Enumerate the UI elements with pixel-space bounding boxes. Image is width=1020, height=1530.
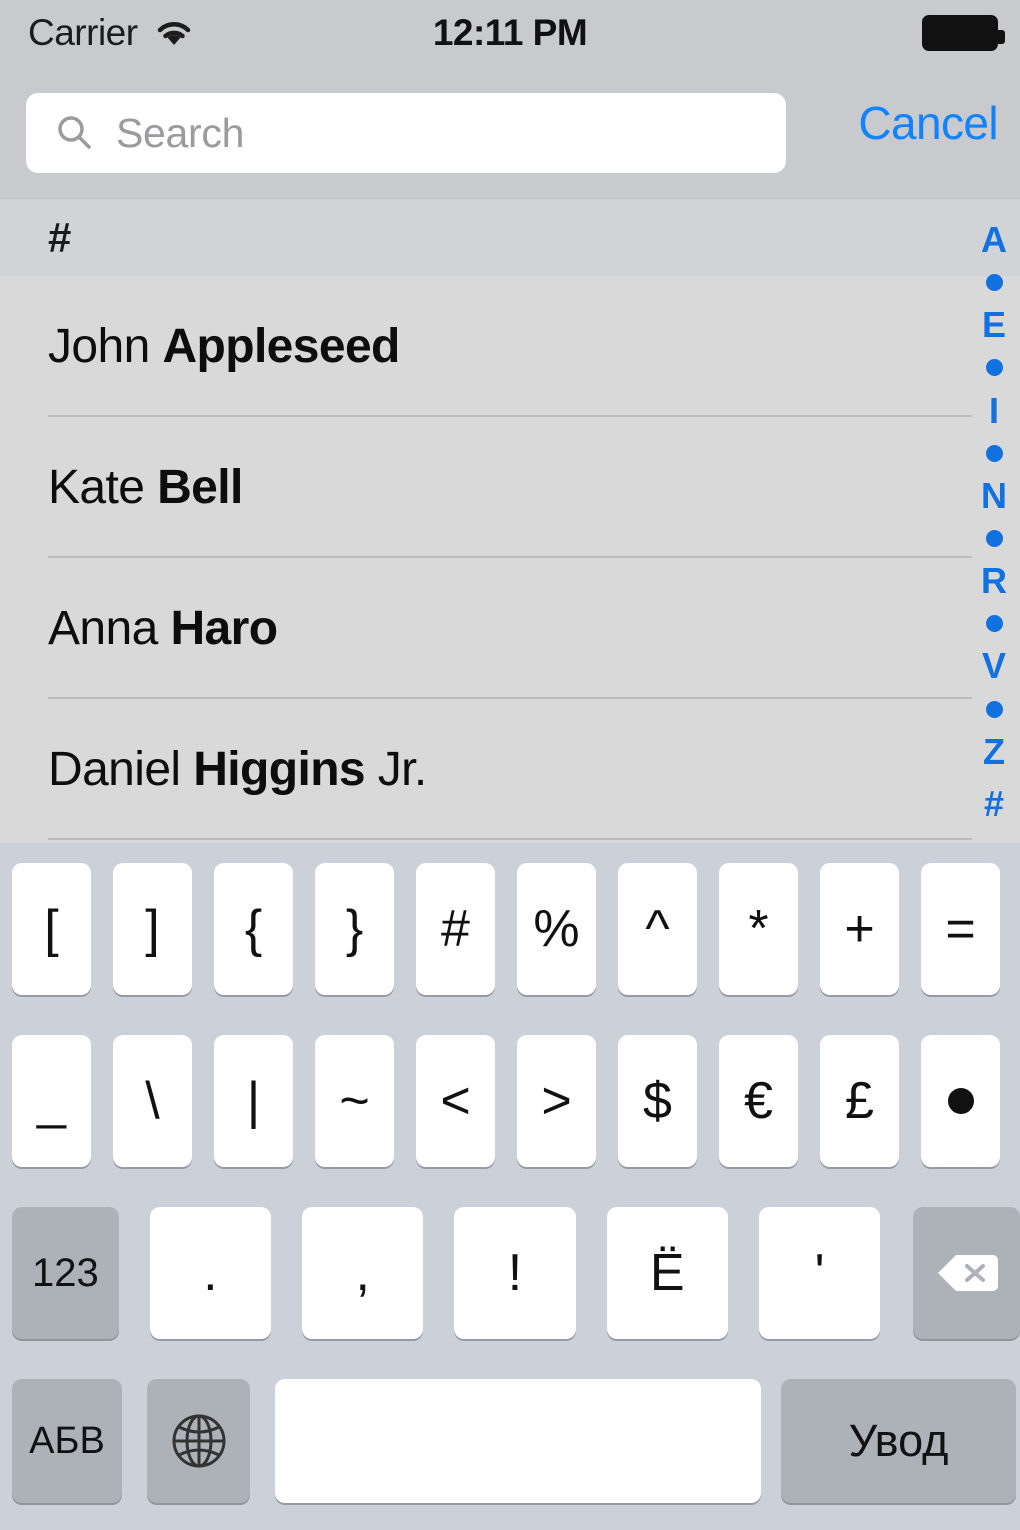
key-caret[interactable]: ^ [618, 863, 697, 995]
bullet-icon [947, 1088, 974, 1114]
contact-name: John Appleseed [48, 319, 400, 374]
backspace-icon [936, 1251, 998, 1295]
contacts-list[interactable]: # John Appleseed Kate Bell Anna Haro Dan… [0, 198, 1020, 843]
section-index-bar[interactable]: A E I N R V Z # [968, 222, 1020, 822]
search-placeholder: Search [116, 109, 245, 156]
key-exclamation[interactable]: ! [454, 1207, 576, 1339]
iphone-screen: Carrier 12:11 PM Search Cancel # John Ap… [0, 0, 1020, 1530]
key-brace-left[interactable]: { [214, 863, 293, 995]
key-bullet[interactable] [921, 1035, 1000, 1167]
key-hash[interactable]: # [416, 863, 495, 995]
key-percent[interactable]: % [517, 863, 596, 995]
key-dollar[interactable]: $ [618, 1035, 697, 1167]
onscreen-keyboard: [ ] { } # % ^ * + = _ \ | ~ < > $ € £ 12… [0, 843, 1020, 1530]
cancel-button[interactable]: Cancel [858, 96, 998, 150]
key-pound[interactable]: £ [820, 1035, 899, 1167]
search-input[interactable]: Search [26, 93, 786, 173]
key-letters-abv[interactable]: АБВ [12, 1379, 122, 1503]
key-comma[interactable]: , [302, 1207, 424, 1339]
key-bracket-left[interactable]: [ [12, 863, 91, 995]
index-entry-e[interactable]: E [982, 307, 1006, 343]
key-space[interactable] [275, 1379, 761, 1503]
key-period[interactable]: . [149, 1207, 272, 1339]
key-greater-than[interactable]: > [517, 1035, 596, 1167]
key-cyrillic-yo[interactable]: Ё [606, 1207, 728, 1339]
key-less-than[interactable]: < [416, 1035, 495, 1167]
index-dot-icon[interactable] [985, 615, 1003, 633]
key-apostrophe[interactable]: ' [758, 1207, 881, 1339]
status-bar: Carrier 12:11 PM [0, 0, 1020, 66]
key-plus[interactable]: + [820, 863, 899, 995]
key-enter-uvod[interactable]: Увод [781, 1379, 1016, 1503]
table-row[interactable]: Daniel Higgins Jr. [0, 699, 1020, 840]
key-numbers-123[interactable]: 123 [12, 1207, 119, 1339]
key-brace-right[interactable]: } [315, 863, 394, 995]
index-dot-icon[interactable] [985, 529, 1003, 547]
clock-label: 12:11 PM [432, 12, 588, 53]
status-bar-right [922, 15, 1005, 51]
table-row[interactable]: Anna Haro [0, 558, 1020, 699]
index-entry-a[interactable]: A [981, 222, 1007, 258]
index-dot-icon[interactable] [985, 700, 1003, 718]
contact-first-name: John [48, 320, 163, 373]
keyboard-row-2: _ \ | ~ < > $ € £ [0, 1035, 1020, 1167]
globe-icon [169, 1411, 229, 1471]
index-entry-n[interactable]: N [981, 477, 1007, 514]
index-entry-i[interactable]: I [989, 392, 999, 429]
key-bracket-right[interactable]: ] [113, 863, 192, 995]
contact-first-name: Daniel [48, 743, 194, 796]
search-icon [54, 113, 94, 153]
index-entry-v[interactable]: V [982, 648, 1006, 684]
contact-name: Anna Haro [48, 601, 278, 656]
contact-first-name: Anna [48, 602, 171, 655]
key-equals[interactable]: = [921, 863, 1000, 995]
contact-name: Kate Bell [48, 460, 243, 515]
key-asterisk[interactable]: * [719, 863, 798, 995]
table-row[interactable]: John Appleseed [0, 276, 1020, 417]
section-header-hash: # [0, 198, 1020, 276]
index-dot-icon[interactable] [985, 444, 1003, 462]
contact-name: Daniel Higgins Jr. [48, 742, 427, 797]
key-globe[interactable] [147, 1379, 250, 1503]
table-row[interactable]: Kate Bell [0, 417, 1020, 558]
keyboard-row-4: АБВ Увод [0, 1379, 1020, 1503]
battery-full-icon [922, 15, 1005, 51]
search-bar: Search Cancel [0, 66, 1020, 198]
key-pipe[interactable]: | [214, 1035, 293, 1167]
key-euro[interactable]: € [719, 1035, 798, 1167]
index-dot-icon[interactable] [985, 274, 1003, 292]
contact-first-name: Kate [48, 461, 158, 514]
contact-last-name: Bell [157, 461, 243, 514]
key-underscore[interactable]: _ [12, 1035, 91, 1167]
index-entry-z[interactable]: Z [983, 733, 1005, 770]
contact-last-name: Higgins [193, 743, 366, 796]
index-entry-hash[interactable]: # [984, 785, 1004, 822]
index-entry-r[interactable]: R [981, 563, 1007, 599]
keyboard-row-1: [ ] { } # % ^ * + = [0, 863, 1020, 995]
keyboard-row-3: 123 . , ! Ё ' [0, 1207, 1020, 1339]
index-dot-icon[interactable] [985, 359, 1003, 377]
contact-last-name: Haro [170, 602, 278, 655]
key-tilde[interactable]: ~ [315, 1035, 394, 1167]
key-backspace[interactable] [913, 1207, 1020, 1339]
contact-suffix: Jr. [365, 743, 427, 796]
contact-last-name: Appleseed [162, 320, 400, 373]
key-backslash[interactable]: \ [113, 1035, 192, 1167]
